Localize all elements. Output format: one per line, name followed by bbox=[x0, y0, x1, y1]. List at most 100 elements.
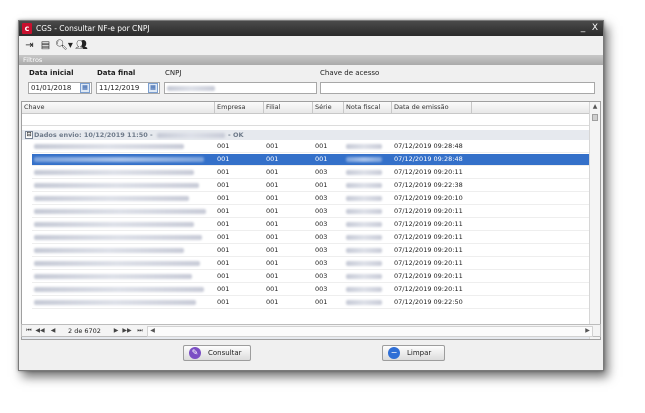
cell-nota-fiscal bbox=[344, 141, 392, 152]
cell-data-emissao: 07/12/2019 09:28:48 bbox=[394, 155, 463, 163]
cell-serie: 003 bbox=[315, 259, 328, 267]
cell-filial: 001 bbox=[266, 259, 279, 267]
scroll-up-icon[interactable]: ▲ bbox=[590, 102, 600, 112]
record-position: 2 de 6702 bbox=[68, 327, 101, 335]
table-row[interactable]: 001 001 003 07/12/2019 09:20:11 bbox=[32, 271, 590, 283]
scroll-right-icon[interactable]: ▶ bbox=[583, 326, 592, 335]
table-row[interactable]: 001 001 003 07/12/2019 09:20:11 bbox=[32, 206, 590, 218]
scroll-thumb[interactable] bbox=[592, 114, 598, 121]
cell-filial: 001 bbox=[266, 142, 279, 150]
cell-serie: 003 bbox=[315, 272, 328, 280]
main-window: c CGS - Consultar NF-e por CNPJ _ X ⇥ ▤ … bbox=[18, 20, 604, 371]
column-header-filial[interactable]: Filial bbox=[264, 102, 313, 113]
cell-serie: 003 bbox=[315, 220, 328, 228]
cell-nota-fiscal bbox=[344, 258, 392, 269]
cnpj-input[interactable] bbox=[164, 82, 317, 94]
cell-filial: 001 bbox=[266, 246, 279, 254]
horizontal-scrollbar[interactable]: ◀ ▶ bbox=[147, 326, 593, 337]
access-key-input[interactable] bbox=[320, 82, 595, 94]
cell-nota-fiscal bbox=[344, 154, 392, 165]
cell-serie: 003 bbox=[315, 207, 328, 215]
clear-icon: − bbox=[388, 347, 400, 359]
next-page-icon[interactable]: ▶▶ bbox=[122, 326, 132, 336]
cell-serie: 001 bbox=[315, 155, 328, 163]
close-button[interactable]: X bbox=[589, 22, 601, 34]
cell-nota-fiscal bbox=[344, 284, 392, 295]
users-icon[interactable]: 👥︎ bbox=[75, 39, 88, 52]
table-row[interactable]: 001 001 001 07/12/2019 09:28:48 bbox=[32, 154, 590, 166]
print-icon[interactable]: ▤ bbox=[39, 39, 52, 52]
cell-empresa: 001 bbox=[217, 285, 230, 293]
cell-nota-fiscal bbox=[344, 245, 392, 256]
cell-chave bbox=[32, 284, 215, 295]
cell-serie: 003 bbox=[315, 246, 328, 254]
last-record-icon[interactable]: ⏭ bbox=[135, 326, 145, 336]
cell-chave bbox=[32, 141, 215, 152]
cell-data-emissao: 07/12/2019 09:20:11 bbox=[394, 272, 463, 280]
previous-record-icon[interactable]: ◀ bbox=[48, 326, 58, 336]
cell-empresa: 001 bbox=[217, 194, 230, 202]
vertical-scrollbar[interactable]: ▲ ▼ bbox=[589, 102, 600, 339]
grid-filter-row[interactable] bbox=[22, 114, 591, 126]
table-row[interactable]: 001 001 003 07/12/2019 09:20:10 bbox=[32, 193, 590, 205]
table-row[interactable]: 001 001 003 07/12/2019 09:20:11 bbox=[32, 232, 590, 244]
consultar-button-label: Consultar bbox=[208, 349, 242, 357]
grid-header: Chave Empresa Filial Série Nota fiscal D… bbox=[22, 102, 591, 114]
minimize-button[interactable]: _ bbox=[577, 22, 589, 34]
group-cnpj-redacted bbox=[157, 133, 225, 138]
table-row[interactable]: 001 001 003 07/12/2019 09:20:11 bbox=[32, 167, 590, 179]
window-title: CGS - Consultar NF-e por CNPJ bbox=[36, 24, 150, 33]
group-row[interactable]: ⊟ Dados envio: 10/12/2019 11:50 - - OK bbox=[22, 130, 591, 140]
results-grid: Chave Empresa Filial Série Nota fiscal D… bbox=[21, 101, 601, 340]
cell-chave bbox=[32, 245, 215, 256]
cell-chave bbox=[32, 297, 215, 308]
table-row[interactable]: 001 001 003 07/12/2019 09:20:11 bbox=[32, 258, 590, 270]
cell-data-emissao: 07/12/2019 09:22:38 bbox=[394, 181, 463, 189]
column-header-nota-fiscal[interactable]: Nota fiscal bbox=[344, 102, 392, 113]
next-record-icon[interactable]: ▶ bbox=[111, 326, 121, 336]
group-label-prefix: Dados envio: 10/12/2019 11:50 - bbox=[34, 131, 153, 139]
table-row[interactable]: 001 001 001 07/12/2019 09:22:50 bbox=[32, 297, 590, 309]
cell-serie: 003 bbox=[315, 233, 328, 241]
cell-nota-fiscal bbox=[344, 180, 392, 191]
toolbar: ⇥ ▤ 🔍︎▾ 👥︎ bbox=[19, 37, 603, 55]
table-row[interactable]: 001 001 003 07/12/2019 09:20:11 bbox=[32, 284, 590, 296]
cell-data-emissao: 07/12/2019 09:20:11 bbox=[394, 220, 463, 228]
cell-filial: 001 bbox=[266, 272, 279, 280]
date-start-label: Data inicial bbox=[29, 69, 74, 77]
first-record-icon[interactable]: ⏮ bbox=[24, 326, 34, 336]
column-header-data-emissao[interactable]: Data de emissão bbox=[392, 102, 472, 113]
table-row[interactable]: 001 001 001 07/12/2019 09:22:38 bbox=[32, 180, 590, 192]
cell-serie: 001 bbox=[315, 181, 328, 189]
limpar-button[interactable]: − Limpar bbox=[382, 345, 445, 361]
cell-filial: 001 bbox=[266, 298, 279, 306]
cnpj-label: CNPJ bbox=[165, 69, 182, 77]
cell-nota-fiscal bbox=[344, 193, 392, 204]
filters-section-header: Filtros bbox=[19, 55, 603, 65]
table-row[interactable]: 001 001 003 07/12/2019 09:20:11 bbox=[32, 245, 590, 257]
cell-empresa: 001 bbox=[217, 272, 230, 280]
cell-filial: 001 bbox=[266, 207, 279, 215]
calendar-icon[interactable]: ▦ bbox=[148, 83, 158, 93]
scroll-left-icon[interactable]: ◀ bbox=[148, 326, 157, 335]
exit-icon[interactable]: ⇥ bbox=[23, 39, 36, 52]
cell-nota-fiscal bbox=[344, 232, 392, 243]
cell-chave bbox=[32, 271, 215, 282]
consultar-button[interactable]: ✎ Consultar bbox=[183, 345, 251, 361]
collapse-icon[interactable]: ⊟ bbox=[25, 131, 33, 139]
search-dropdown-icon[interactable]: 🔍︎▾ bbox=[55, 39, 73, 52]
calendar-icon[interactable]: ▦ bbox=[80, 83, 90, 93]
previous-page-icon[interactable]: ◀◀ bbox=[35, 326, 45, 336]
cell-filial: 001 bbox=[266, 220, 279, 228]
column-header-empresa[interactable]: Empresa bbox=[215, 102, 264, 113]
table-row[interactable]: 001 001 001 07/12/2019 09:28:48 bbox=[32, 141, 590, 153]
cell-empresa: 001 bbox=[217, 181, 230, 189]
table-row[interactable]: 001 001 003 07/12/2019 09:20:11 bbox=[32, 219, 590, 231]
cell-data-emissao: 07/12/2019 09:20:11 bbox=[394, 246, 463, 254]
cell-filial: 001 bbox=[266, 233, 279, 241]
cell-data-emissao: 07/12/2019 09:20:11 bbox=[394, 285, 463, 293]
column-header-chave[interactable]: Chave bbox=[22, 102, 215, 113]
column-header-serie[interactable]: Série bbox=[313, 102, 344, 113]
cell-empresa: 001 bbox=[217, 207, 230, 215]
cell-nota-fiscal bbox=[344, 271, 392, 282]
